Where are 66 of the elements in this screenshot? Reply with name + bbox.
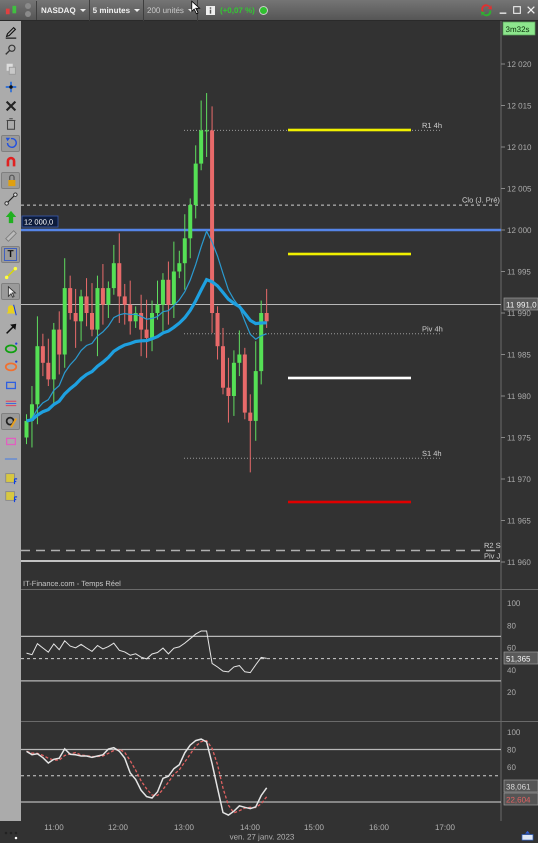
document-icon [4, 470, 18, 485]
price-tick-label: 12 010 [507, 143, 532, 152]
close-button[interactable] [526, 5, 536, 15]
countdown-badge: 3m32s [502, 22, 536, 36]
maximize-button[interactable] [512, 5, 522, 15]
pencil-icon [4, 24, 18, 38]
stochastic-value-label: 22,604 [504, 792, 538, 806]
line-segment-icon [4, 266, 18, 280]
magnet-icon [4, 154, 18, 169]
info-icon[interactable] [206, 6, 215, 14]
rsi-tick-label: 80 [507, 621, 516, 630]
gear-pencil-icon [4, 414, 18, 429]
time-tick-label: 12:00 [108, 823, 128, 832]
symbol-dropdown[interactable]: NASDAQ [38, 0, 90, 20]
document-icon [4, 489, 18, 504]
rsi-tick-label: 40 [507, 666, 516, 675]
time-tick-label: 17:00 [434, 823, 456, 832]
price-tick-label: 12 005 [507, 184, 532, 194]
price-tick-label: 11 995 [507, 268, 531, 276]
rsi-tick-label: 20 [507, 688, 516, 697]
price-tick-label: 11 960 [507, 558, 531, 567]
panel-icon[interactable] [521, 830, 534, 841]
rsi-tick-label: 60 [507, 644, 516, 652]
more-icon[interactable] [4, 830, 18, 840]
stochastic-tick-label: 100 [507, 728, 520, 737]
rsi-tick-label: 100 [507, 599, 520, 608]
stochastic-tick-label: 80 [507, 746, 516, 754]
tool-button[interactable] [1, 413, 20, 430]
time-tick-label: 14:00 [240, 823, 260, 832]
copy-icon [4, 62, 18, 76]
price-change: (+0,07 %) [220, 6, 255, 14]
horizontal-line-icon [4, 458, 18, 460]
search-icon [4, 43, 18, 58]
mouse-pointer-icon [191, 0, 202, 15]
timeframe-dropdown[interactable]: 5 minutes [90, 0, 144, 20]
tool-button[interactable]: T [1, 246, 20, 264]
time-tick-label: 11:00 [44, 823, 64, 832]
price-tick-label: 11 990 [507, 309, 531, 318]
trash-icon [4, 117, 18, 132]
last-price-label: 11 991,0 [504, 298, 538, 310]
ellipse-icon [4, 340, 18, 355]
refresh-icon[interactable] [479, 2, 494, 18]
stochastic-value-label: 38,061 [504, 780, 538, 792]
date-label: ven. 27 janv. 2023 [230, 832, 294, 842]
price-tick-label: 11 970 [507, 475, 531, 484]
price-tick-label: 11 975 [507, 434, 531, 442]
time-tick-label: 16:00 [368, 823, 390, 832]
tool-button[interactable] [1, 283, 20, 300]
time-tick-label: 13:00 [174, 823, 194, 832]
stochastic-tick-label: 60 [507, 763, 516, 772]
price-tick-label: 12 000 [507, 226, 532, 235]
price-tick-label: 12 020 [507, 60, 532, 69]
ruler-icon [4, 229, 18, 244]
price-tick-label: 11 980 [507, 392, 531, 401]
arrow-icon [4, 322, 18, 336]
time-tick-label: 15:00 [304, 823, 324, 832]
price-tick-label: 11 985 [507, 350, 531, 360]
move-icon [4, 80, 18, 94]
grip-icon[interactable] [24, 2, 32, 18]
rsi-value-label: 51,365 [504, 652, 538, 664]
undo-icon [4, 136, 18, 150]
price-tick-label: 12 015 [507, 102, 532, 110]
line-segment-icon [4, 192, 18, 206]
arrow-up-icon [4, 210, 18, 224]
ellipse-icon [4, 359, 18, 374]
price-tick-label: 11 965 [507, 516, 531, 526]
